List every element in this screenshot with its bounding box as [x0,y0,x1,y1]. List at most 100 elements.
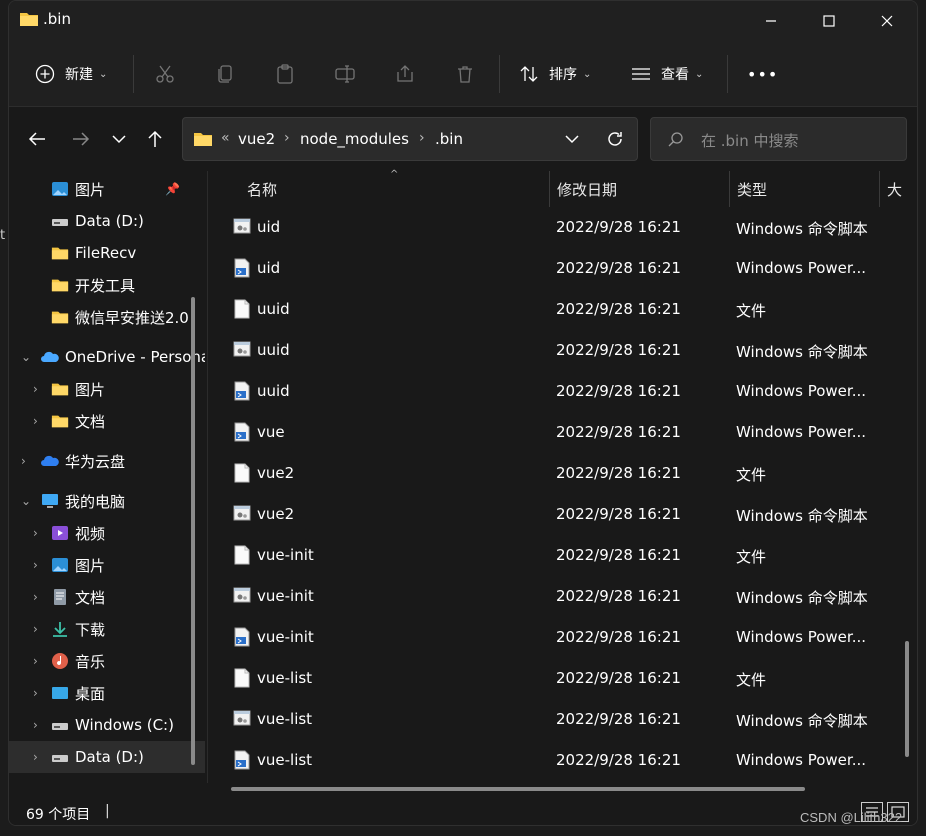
sidebar-item-label: 图片 [75,556,106,575]
sidebar-item-label: Data (D:) [75,212,144,230]
column-divider[interactable] [879,171,880,207]
share-icon [397,65,413,82]
chevron-right-icon[interactable]: › [33,590,38,604]
chevron-right-icon[interactable]: › [33,414,38,428]
close-button[interactable] [867,7,907,35]
arrow-up-icon [148,130,162,147]
chevron-right-icon[interactable]: › [33,526,38,540]
sidebar-item-documents[interactable]: › 文档 [9,581,205,613]
sidebar-item-pictures-pinned[interactable]: 图片 📌 [9,173,205,205]
share-button[interactable] [395,59,415,89]
chevron-down-icon: ⌄ [583,68,592,80]
sidebar-item-label: OneDrive - Personal [65,348,205,366]
sort-button[interactable]: 排序 ⌄ [519,59,591,89]
recent-locations-button[interactable] [105,125,133,153]
minimize-button[interactable] [751,7,791,35]
file-type: Windows 命令脚本 [736,589,868,607]
sidebar-item-desktop[interactable]: › 桌面 [9,677,205,709]
maximize-button[interactable] [809,7,849,35]
delete-button[interactable] [455,59,475,89]
file-name: uuid [257,341,290,359]
pane-divider[interactable] [207,171,208,783]
crumb-node-modules[interactable]: node_modules [300,130,409,148]
file-row[interactable]: vue2 2022/9/28 16:21 Windows 命令脚本 [209,494,909,535]
sidebar-item-label: 图片 [75,180,106,199]
sidebar-item-filerecv[interactable]: FileRecv [9,237,205,269]
file-row[interactable]: uid 2022/9/28 16:21 Windows 命令脚本 [209,207,909,248]
navigation-bar: « vue2 › node_modules › .bin 在 .bin 中搜索 [9,107,917,169]
sidebar-item-pictures[interactable]: › 图片 [9,549,205,581]
sidebar-item-onedrive-pictures[interactable]: › 图片 [9,373,205,405]
file-row[interactable]: vue-list 2022/9/28 16:21 Windows Power... [209,740,909,781]
file-row[interactable]: vue 2022/9/28 16:21 Windows Power... [209,412,909,453]
file-row[interactable]: vue-list 2022/9/28 16:21 Windows 命令脚本 [209,699,909,740]
file-type: Windows Power... [736,628,867,646]
address-bar[interactable]: « vue2 › node_modules › .bin [182,117,638,161]
file-row[interactable]: vue-init 2022/9/28 16:21 Windows Power... [209,617,909,658]
crumb-bin[interactable]: .bin [435,130,463,148]
search-box[interactable]: 在 .bin 中搜索 [650,117,907,161]
sidebar-scrollbar[interactable] [191,297,195,765]
copy-button[interactable] [215,59,235,89]
file-list-scrollbar[interactable] [905,641,909,757]
chevron-right-icon[interactable]: › [33,750,38,764]
column-header-type[interactable]: 类型 [737,179,767,200]
sidebar-item-onedrive[interactable]: ⌄ OneDrive - Personal [9,341,205,373]
sidebar-item-music[interactable]: › 音乐 [9,645,205,677]
more-options-button[interactable]: ••• [747,59,778,89]
new-button[interactable]: 新建 ⌄ [35,59,107,89]
file-row[interactable]: vue-init 2022/9/28 16:21 文件 [209,535,909,576]
paste-button[interactable] [275,59,295,89]
chevron-down-icon[interactable] [565,134,579,144]
column-header-size[interactable]: 大 [887,179,902,200]
folder-icon [20,13,38,26]
file-row[interactable]: vue-init 2022/9/28 16:21 Windows 命令脚本 [209,576,909,617]
up-button[interactable] [141,125,169,153]
column-divider[interactable] [729,171,730,207]
cut-button[interactable] [155,59,175,89]
column-header-name[interactable]: 名称 [247,179,277,200]
chevron-right-icon[interactable]: › [33,718,38,732]
file-row[interactable]: uuid 2022/9/28 16:21 文件 [209,289,909,330]
chevron-down-icon[interactable]: ⌄ [21,350,31,364]
sidebar-item-windows-c[interactable]: › Windows (C:) [9,709,205,741]
back-button[interactable] [23,125,51,153]
horizontal-scrollbar[interactable] [231,787,805,791]
sidebar-item-devtools[interactable]: 开发工具 [9,269,205,301]
sidebar-item-huawei-cloud[interactable]: › 华为云盘 [9,445,205,477]
file-row[interactable]: uuid 2022/9/28 16:21 Windows 命令脚本 [209,330,909,371]
column-header-date[interactable]: 修改日期 [557,179,617,200]
chevron-down-icon: ⌄ [695,68,704,80]
file-row[interactable]: vue2 2022/9/28 16:21 文件 [209,453,909,494]
forward-button[interactable] [67,125,95,153]
view-button[interactable]: 查看 ⌄ [631,59,703,89]
sidebar-item-this-pc[interactable]: ⌄ 我的电脑 [9,485,205,517]
sidebar-item-downloads[interactable]: › 下载 [9,613,205,645]
column-divider[interactable] [549,171,550,207]
sidebar-item-label: 图片 [75,380,106,399]
chevron-right-icon[interactable]: › [33,382,38,396]
file-icon [233,463,251,483]
chevron-right-icon[interactable]: › [33,654,38,668]
file-row[interactable]: uid 2022/9/28 16:21 Windows Power... [209,248,909,289]
file-row[interactable]: vue-list 2022/9/28 16:21 文件 [209,658,909,699]
overflow-crumbs[interactable]: « [221,130,230,146]
chevron-right-icon[interactable]: › [33,558,38,572]
sidebar-item-network[interactable]: › 网络 [9,781,205,785]
sidebar-item-label: 华为云盘 [65,452,126,471]
sidebar-item-videos[interactable]: › 视频 [9,517,205,549]
chevron-down-icon[interactable]: ⌄ [21,494,31,508]
chevron-right-icon[interactable]: › [33,622,38,636]
cloud-icon [41,455,59,466]
sidebar-item-data-d-selected[interactable]: › Data (D:) [9,741,205,773]
chevron-right-icon[interactable]: › [21,454,26,468]
sidebar-item-data-d[interactable]: Data (D:) [9,205,205,237]
chevron-right-icon[interactable]: › [33,686,38,700]
file-modified-date: 2022/9/28 16:21 [556,341,681,359]
refresh-icon[interactable] [606,130,624,148]
crumb-vue2[interactable]: vue2 [238,130,275,148]
sidebar-item-wechat-push[interactable]: 微信早安推送2.0 [9,301,205,333]
file-row[interactable]: uuid 2022/9/28 16:21 Windows Power... [209,371,909,412]
rename-button[interactable] [335,59,355,89]
sidebar-item-onedrive-docs[interactable]: › 文档 [9,405,205,437]
